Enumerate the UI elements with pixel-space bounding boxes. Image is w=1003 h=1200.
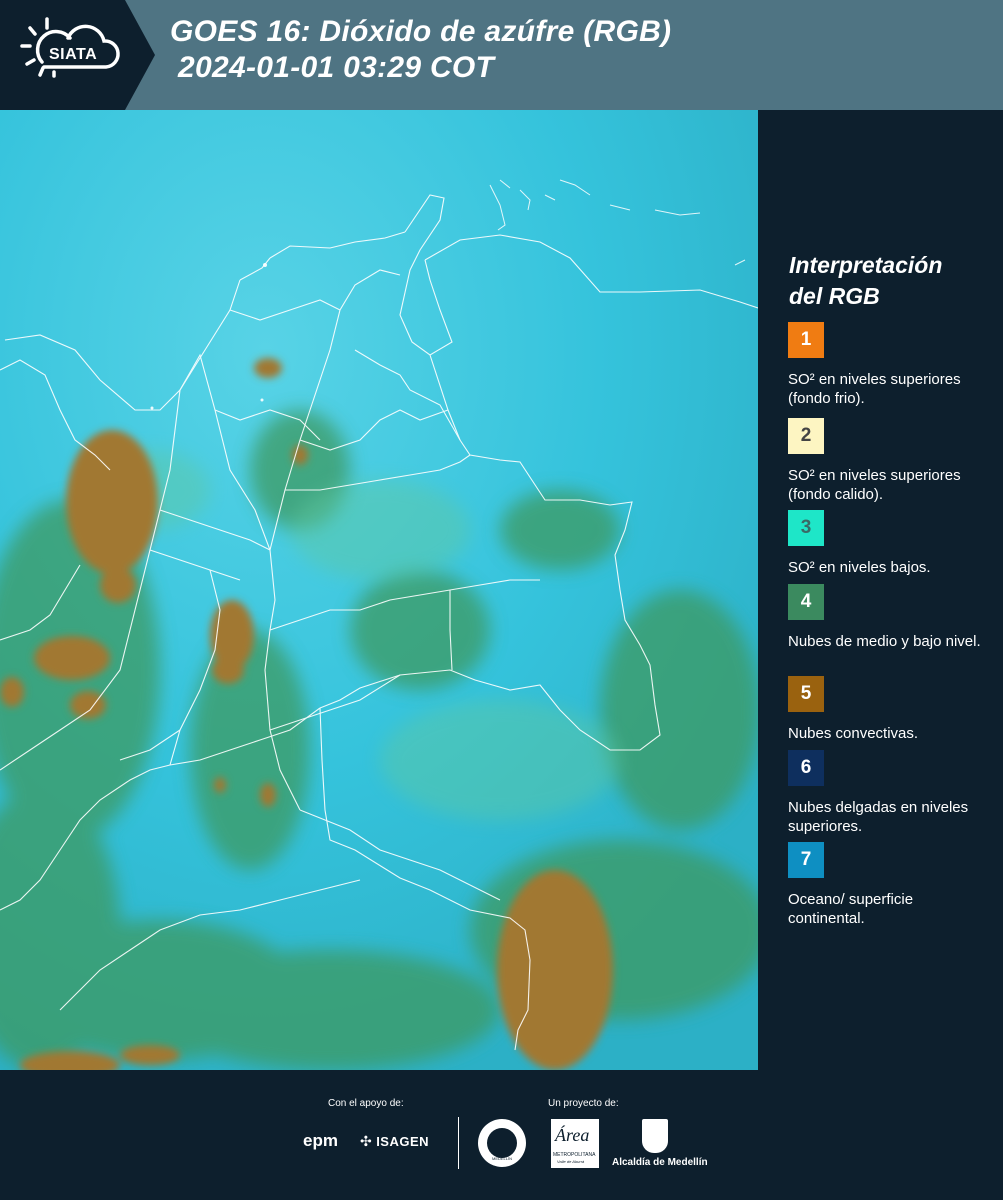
- area-logo-name: Área: [555, 1125, 590, 1145]
- legend-number-1: 1: [800, 329, 812, 350]
- legend-text-1: SO² en niveles superiores (fondo frio).: [788, 371, 961, 407]
- legend-item-6: 6 Nubes delgadas en niveles superiores.: [788, 750, 993, 836]
- legend-swatch-6: 6: [788, 750, 824, 786]
- alcaldia-shield-icon: [642, 1119, 668, 1153]
- legend-title-line2: del RGB: [789, 283, 880, 309]
- legend-panel: Interpretación del RGB 1 SO² en niveles …: [758, 110, 1003, 1070]
- legend-number-6: 6: [800, 757, 812, 778]
- legend-item-1: 1 SO² en niveles superiores (fondo frio)…: [788, 322, 993, 408]
- title-product: GOES 16: Dióxido de azúfre (RGB): [170, 15, 672, 48]
- legend-number-7: 7: [800, 849, 812, 870]
- footer: Con el apoyo de: Un proyecto de: epm ✣ I…: [0, 1070, 1003, 1200]
- legend-item-2: 2 SO² en niveles superiores (fondo calid…: [788, 418, 993, 504]
- legend-title: Interpretación del RGB: [789, 250, 942, 312]
- legend-number-4: 4: [800, 591, 812, 612]
- legend-swatch-3: 3: [788, 510, 824, 546]
- area-metropolitana-logo: Área METROPOLITANA Valle de Aburrá: [551, 1119, 599, 1168]
- legend-text-5: Nubes convectivas.: [788, 725, 919, 742]
- legend-title-line1: Interpretación: [789, 252, 943, 278]
- epm-logo: epm: [303, 1131, 338, 1151]
- isagen-icon: ✣: [360, 1133, 372, 1149]
- project-label: Un proyecto de:: [548, 1098, 619, 1109]
- legend-number-2: 2: [800, 425, 812, 446]
- legend-item-4: 4 Nubes de medio y bajo nivel.: [788, 584, 993, 651]
- legend-text-6: Nubes delgadas en niveles superiores.: [788, 799, 969, 835]
- isagen-logo: ✣ ISAGEN: [360, 1133, 429, 1151]
- alcaldia-logo: Alcaldía de Medellín: [612, 1119, 708, 1171]
- isagen-logo-text: ISAGEN: [376, 1134, 430, 1149]
- header-bar: SIATA GOES 16: Dióxido de azúfre (RGB) 2…: [0, 0, 1003, 110]
- legend-number-5: 5: [800, 683, 812, 704]
- seal-inner-icon: [487, 1128, 517, 1158]
- legend-text-7: Oceano/ superficie continental.: [788, 891, 914, 927]
- area-logo-sub1: METROPOLITANA: [553, 1152, 596, 1158]
- alcaldia-logo-text: Alcaldía de Medellín: [612, 1157, 708, 1168]
- legend-swatch-1: 1: [788, 322, 824, 358]
- satellite-map: [0, 110, 758, 1070]
- legend-text-2: SO² en niveles superiores (fondo calido)…: [788, 467, 961, 503]
- legend-text-4: Nubes de medio y bajo nivel.: [788, 633, 981, 650]
- area-logo-sub2: Valle de Aburrá: [557, 1159, 585, 1164]
- legend-number-3: 3: [800, 517, 812, 538]
- siata-logo: SIATA: [0, 0, 155, 110]
- footer-divider: [458, 1117, 459, 1169]
- logo-text: SIATA: [49, 46, 98, 63]
- satellite-image: [0, 110, 758, 1070]
- legend-item-7: 7 Oceano/ superficie continental.: [788, 842, 993, 928]
- seal-text: MEDELLÍN: [491, 1156, 512, 1161]
- legend-swatch-2: 2: [788, 418, 824, 454]
- page-title: GOES 16: Dióxido de azúfre (RGB) 2024-01…: [170, 14, 671, 86]
- epm-logo-text: epm: [303, 1131, 338, 1150]
- legend-swatch-7: 7: [788, 842, 824, 878]
- medellin-seal: MEDELLÍN: [478, 1119, 526, 1167]
- legend-swatch-5: 5: [788, 676, 824, 712]
- title-timestamp: 2024-01-01 03:29 COT: [178, 51, 495, 84]
- legend-item-3: 3 SO² en niveles bajos.: [788, 510, 993, 577]
- support-label: Con el apoyo de:: [328, 1098, 404, 1109]
- legend-text-3: SO² en niveles bajos.: [788, 559, 931, 576]
- legend-swatch-4: 4: [788, 584, 824, 620]
- legend-item-5: 5 Nubes convectivas.: [788, 676, 993, 743]
